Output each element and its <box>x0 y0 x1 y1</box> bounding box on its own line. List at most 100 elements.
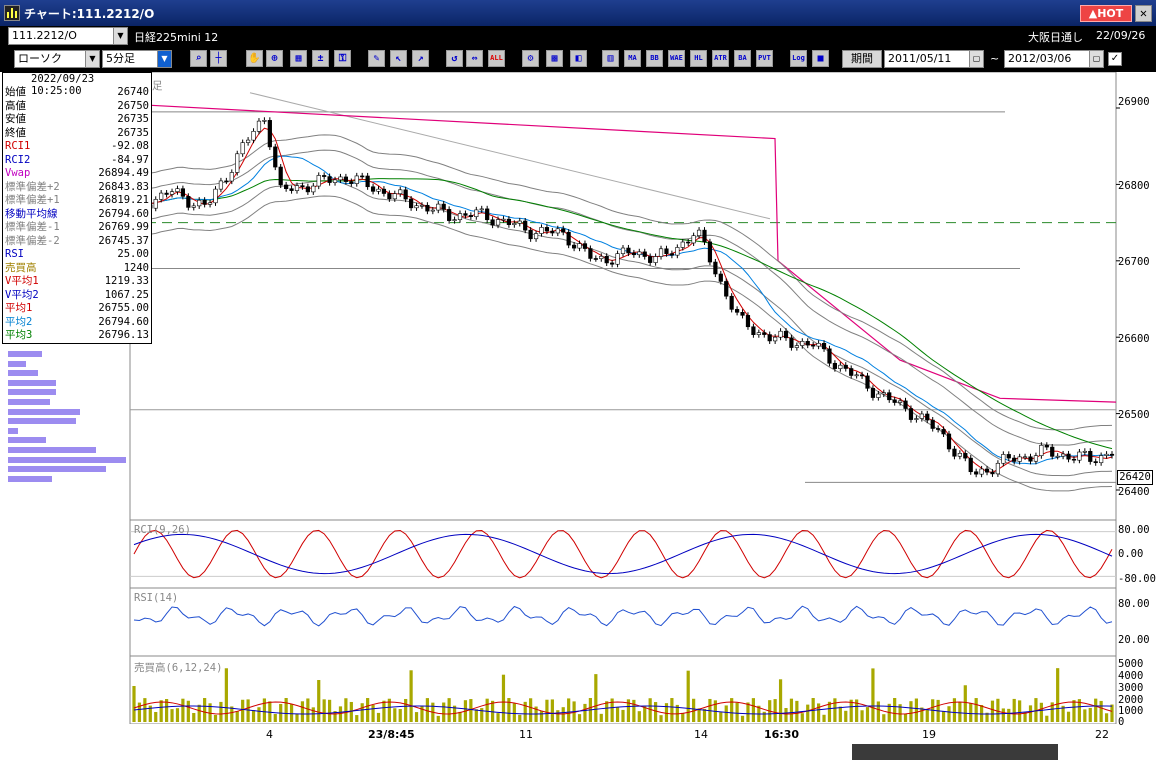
bars-icon[interactable]: ▥ <box>602 50 619 67</box>
candle-body <box>974 471 979 475</box>
horizontal-scrollbar[interactable] <box>0 744 1156 760</box>
chart-type-dropdown-icon[interactable]: ▼ <box>85 51 99 67</box>
info-value: 26755.00 <box>98 302 149 314</box>
chart-canvas[interactable] <box>0 72 1156 760</box>
cursor-icon[interactable]: ↖ <box>390 50 407 67</box>
volume-bar <box>567 698 571 722</box>
hl-icon[interactable]: HL <box>690 50 707 67</box>
ba-icon[interactable]: BA <box>734 50 751 67</box>
ma-icon[interactable]: MA <box>624 50 641 67</box>
wae-icon[interactable]: WAE <box>668 50 685 67</box>
candle-body <box>370 186 376 192</box>
search-icon[interactable]: ⌕ <box>190 50 207 67</box>
gear-icon[interactable]: ⚙ <box>522 50 539 67</box>
lock-icon[interactable]: ⚿ <box>334 50 351 67</box>
candle-body <box>1039 444 1044 456</box>
symbol-dropdown-icon[interactable]: ▼ <box>113 28 127 44</box>
hot-button[interactable]: ▲HOT <box>1080 5 1132 22</box>
candle-body <box>566 231 571 246</box>
expand-icon[interactable]: ⇔ <box>466 50 483 67</box>
chart-type-select[interactable]: ローソク ▼ <box>14 50 100 68</box>
volume-bar <box>849 699 853 722</box>
grid-icon[interactable]: ▦ <box>290 50 307 67</box>
volume-bar <box>1066 711 1071 722</box>
volume-bar <box>784 708 788 722</box>
time-axis-label: 19 <box>922 728 936 741</box>
snapshot-icon[interactable]: ■ <box>812 50 829 67</box>
window-title: チャート:111.2212/O <box>24 7 155 21</box>
apply-checkbox[interactable]: ✓ <box>1108 52 1122 66</box>
end-date-input[interactable]: 2012/03/06 ▢ <box>1004 50 1104 68</box>
candle-body <box>1022 456 1028 459</box>
candle-body <box>474 209 479 217</box>
info-row: 売買高 1240 <box>5 262 149 275</box>
candle-body <box>936 428 941 430</box>
volume-bar <box>241 699 245 722</box>
close-button[interactable]: ✕ <box>1135 5 1152 22</box>
arrow-icon[interactable]: ↗ <box>412 50 429 67</box>
candle-body <box>218 180 224 190</box>
candle-body <box>827 348 832 364</box>
candle-body <box>365 175 370 188</box>
candle-body <box>995 462 1000 475</box>
volume-bar <box>1018 700 1022 722</box>
candle-body <box>1104 453 1109 456</box>
candle-body <box>479 208 484 211</box>
candle-body <box>485 208 490 221</box>
volume-bar <box>697 708 701 722</box>
all-icon[interactable]: ALL <box>488 50 505 67</box>
info-row: Vwap 26894.49 <box>5 167 149 180</box>
candle-body <box>251 130 256 141</box>
crosshair-icon[interactable]: ┼ <box>210 50 227 67</box>
volume-bar <box>170 709 174 722</box>
candle-body <box>773 336 778 342</box>
atr-icon[interactable]: ATR <box>712 50 729 67</box>
volume-bar <box>545 699 549 722</box>
color-icon[interactable]: ◧ <box>570 50 587 67</box>
reset-icon[interactable]: ↺ <box>446 50 463 67</box>
candle-body <box>794 345 799 348</box>
candle-body <box>311 185 316 193</box>
bb-icon[interactable]: BB <box>646 50 663 67</box>
hand-icon[interactable]: ✋ <box>246 50 263 67</box>
zoom-icon[interactable]: ⊕ <box>266 50 283 67</box>
candle-body <box>387 193 392 200</box>
plus-minus-icon[interactable]: ± <box>312 50 329 67</box>
symbol-input[interactable]: 111.2212/O ▼ <box>8 27 128 45</box>
candle-body <box>642 251 647 257</box>
volume-bar <box>159 700 163 722</box>
start-date-input[interactable]: 2011/05/11 ▢ <box>884 50 984 68</box>
volume-profile-bar <box>8 456 126 463</box>
log-icon[interactable]: Log <box>790 50 807 67</box>
pencil-icon[interactable]: ✎ <box>368 50 385 67</box>
candle-body <box>468 215 473 217</box>
volume-bar <box>186 700 190 722</box>
pvt-icon[interactable]: PVT <box>756 50 773 67</box>
candle-body <box>740 312 745 316</box>
interval-select[interactable]: 5分足 ▼ <box>102 50 172 68</box>
candle-body <box>658 248 664 257</box>
interval-dropdown-icon[interactable]: ▼ <box>157 51 171 67</box>
volume-bar <box>686 670 690 722</box>
date-range-separator: ~ <box>990 52 1000 65</box>
palette-icon[interactable]: ▩ <box>546 50 563 67</box>
info-row: RSI 25.00 <box>5 248 149 261</box>
candle-body <box>881 392 886 395</box>
info-key: 標準偏差-1 <box>5 221 60 233</box>
volume-bar <box>583 703 587 722</box>
volume-bar <box>664 703 669 722</box>
candle-body <box>1033 455 1039 462</box>
candle-body <box>887 392 892 401</box>
period-button[interactable]: 期間 <box>842 50 882 68</box>
candle-body <box>816 342 821 347</box>
candle-body <box>180 188 186 197</box>
start-calendar-icon[interactable]: ▢ <box>969 51 983 67</box>
volume-bar <box>213 714 218 722</box>
info-key: V平均1 <box>5 275 39 287</box>
candle-body <box>213 188 218 204</box>
volume-bar <box>958 702 962 722</box>
end-calendar-icon[interactable]: ▢ <box>1089 51 1103 67</box>
candle-body <box>463 213 468 216</box>
main-panel <box>129 72 1117 521</box>
scrollbar-thumb[interactable] <box>852 744 1058 760</box>
